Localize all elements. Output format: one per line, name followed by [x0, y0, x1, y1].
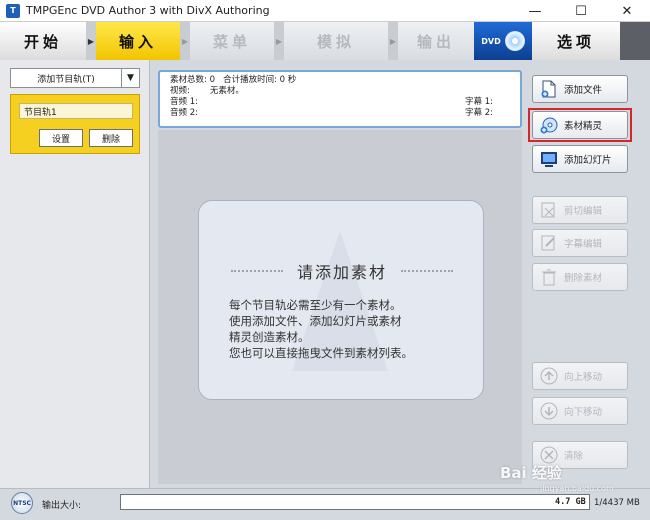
tab-menu[interactable]: 菜单 — [190, 22, 274, 60]
track-name-field[interactable]: 节目轨1 — [19, 103, 133, 119]
file-add-icon — [541, 80, 556, 98]
tab-input[interactable]: 输入 — [96, 22, 180, 60]
hint-line: 每个节目轨必需至少有一个素材。 — [229, 298, 402, 312]
nav-arrow-icon: ▶ — [388, 22, 398, 60]
track-panel: 添加节目轨(T) ▼ 节目轨1 设置 删除 — [0, 60, 150, 488]
disc-icon — [504, 31, 525, 51]
add-slideshow-button[interactable]: 添加幻灯片 — [532, 145, 628, 173]
source-list-area[interactable]: 请添加素材 每个节目轨必需至少有一个素材。 使用添加文件、添加幻灯片或素材 精灵… — [158, 130, 522, 484]
capacity-bar: 4.7 GB — [120, 494, 590, 510]
subtitle-edit-button[interactable]: 字幕编辑 — [532, 229, 628, 257]
output-size-label: 输出大小: — [42, 501, 82, 511]
hint-title: 请添加素材 — [296, 263, 387, 282]
add-file-label: 添加文件 — [564, 85, 603, 96]
move-down-button[interactable]: 向下移动 — [532, 397, 628, 425]
hint-line: 您也可以直接拖曳文件到素材列表。 — [229, 346, 413, 360]
nav-arrow-icon: ▶ — [180, 22, 190, 60]
subtitle-edit-icon — [541, 235, 555, 251]
baidu-watermark: Bai 经验 — [500, 464, 562, 482]
arrow-down-icon — [540, 402, 558, 420]
track-delete-button[interactable]: 删除 — [89, 129, 133, 147]
nav-arrow-icon: ▶ — [274, 22, 284, 60]
cut-edit-button[interactable]: 剪切编辑 — [532, 196, 628, 224]
audio2-label: 音频 2: — [170, 108, 198, 118]
chevron-down-icon[interactable]: ▼ — [121, 69, 139, 87]
source-info-box: 素材总数: 0 合计播放时间: 0 秒 视频: 无素材。 音频 1: 字幕 1: … — [158, 70, 522, 128]
audio1-label: 音频 1: — [170, 97, 198, 107]
delete-source-button[interactable]: 删除素材 — [532, 263, 628, 291]
divider — [230, 270, 283, 272]
cut-edit-label: 剪切编辑 — [564, 206, 603, 217]
window-title: TMPGEnc DVD Author 3 with DivX Authoring — [26, 4, 270, 17]
title-bar: T TMPGEnc DVD Author 3 with DivX Authori… — [0, 0, 650, 22]
trash-icon — [542, 269, 556, 286]
track-settings-button[interactable]: 设置 — [39, 129, 83, 147]
total-count: 素材总数: 0 — [170, 75, 215, 85]
video-label: 视频: — [170, 86, 190, 96]
video-value: 无素材。 — [209, 86, 244, 96]
dvd-format-tab[interactable]: DVD — [474, 22, 532, 60]
add-track-label[interactable]: 添加节目轨(T) — [11, 69, 121, 87]
dvd-badge: DVD — [481, 36, 501, 46]
track-card[interactable]: 节目轨1 设置 删除 — [10, 94, 140, 154]
delete-source-label: 删除素材 — [564, 273, 603, 284]
minimize-button[interactable]: — — [512, 0, 558, 22]
maximize-button[interactable]: ☐ — [558, 0, 604, 22]
slideshow-icon — [541, 152, 557, 167]
hint-body: 每个节目轨必需至少有一个素材。 使用添加文件、添加幻灯片或素材 精灵创造素材。 … — [229, 297, 469, 361]
drop-hint-panel: 请添加素材 每个节目轨必需至少有一个素材。 使用添加文件、添加幻灯片或素材 精灵… — [198, 200, 484, 400]
hint-line: 精灵创造素材。 — [229, 330, 310, 344]
move-up-button[interactable]: 向上移动 — [532, 362, 628, 390]
hint-line: 使用添加文件、添加幻灯片或素材 — [229, 314, 402, 328]
add-track-dropdown[interactable]: 添加节目轨(T) ▼ — [10, 68, 140, 88]
tab-start[interactable]: 开始 — [0, 22, 86, 60]
tab-output[interactable]: 输出 — [398, 22, 474, 60]
close-button[interactable]: ✕ — [604, 0, 650, 22]
highlight-frame — [528, 108, 632, 142]
baidu-watermark-url: jingyan.baidu.com — [540, 484, 614, 493]
add-slideshow-label: 添加幻灯片 — [564, 155, 612, 166]
tab-simulate[interactable]: 模拟 — [284, 22, 388, 60]
app-icon: T — [6, 3, 20, 18]
ntsc-badge-icon[interactable]: NTSC — [11, 492, 33, 514]
move-down-label: 向下移动 — [564, 407, 603, 418]
nav-arrow-icon: ▶ — [86, 22, 96, 60]
capacity-text: 4.7 GB — [555, 497, 586, 507]
subtitle1-label: 字幕 1: — [465, 97, 493, 107]
move-up-label: 向上移动 — [564, 372, 603, 383]
arrow-up-icon — [540, 367, 558, 385]
size-readout: 1/4437 MB — [594, 498, 640, 508]
total-duration: 合计播放时间: 0 秒 — [223, 75, 297, 85]
subtitle2-label: 字幕 2: — [465, 108, 493, 118]
cut-edit-icon — [541, 202, 555, 218]
subtitle-edit-label: 字幕编辑 — [564, 239, 603, 250]
tab-options[interactable]: 选项 — [532, 22, 620, 60]
clear-label: 清除 — [564, 451, 584, 462]
divider — [401, 270, 453, 272]
add-file-button[interactable]: 添加文件 — [532, 75, 628, 103]
step-nav: 开始 ▶ 输入 ▶ 菜单 ▶ 模拟 ▶ 输出 DVD 选项 — [0, 22, 650, 60]
